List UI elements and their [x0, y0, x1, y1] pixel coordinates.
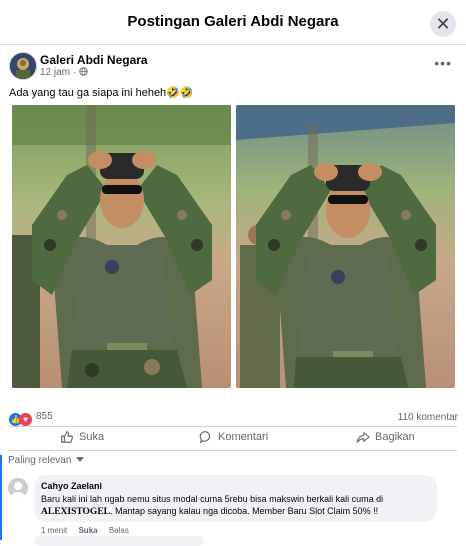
comment-sort-dropdown[interactable]: Paling relevan	[8, 455, 85, 466]
comment-reply-button[interactable]: Balas	[109, 526, 129, 535]
comment-count-link[interactable]: 110 komentar	[398, 412, 458, 423]
comment-like-button[interactable]: Suka	[78, 526, 97, 535]
comment-author[interactable]: Cahyo Zaelani	[41, 481, 102, 491]
page-avatar[interactable]	[9, 52, 37, 80]
comment-time[interactable]: 1 menit	[41, 526, 67, 535]
next-comment-preview	[34, 536, 204, 546]
love-reaction-icon: ♥	[19, 413, 32, 427]
like-label: Suka	[79, 430, 105, 443]
selection-indicator	[0, 455, 2, 540]
reaction-count: 855	[36, 411, 53, 422]
post-time[interactable]: 12 jam	[40, 67, 70, 78]
dialog-header: Postingan Galeri Abdi Negara ✕	[0, 0, 466, 45]
page-name-link[interactable]: Galeri Abdi Negara	[40, 53, 148, 67]
chevron-down-icon	[76, 457, 85, 462]
dialog-title: Postingan Galeri Abdi Negara	[127, 13, 339, 30]
comment-brand-text: ALEXISTOGEL	[41, 507, 110, 517]
close-icon: ✕	[435, 14, 451, 34]
thumbs-up-icon	[61, 431, 73, 443]
share-button[interactable]: Bagikan	[356, 430, 415, 450]
comment-icon	[199, 431, 211, 444]
divider	[9, 426, 457, 427]
reaction-summary[interactable]: 👍 ♥ 855	[9, 411, 53, 427]
commenter-avatar[interactable]	[8, 478, 28, 498]
post-photo-1[interactable]	[12, 105, 231, 388]
divider	[9, 450, 457, 451]
comment-label: Komentari	[218, 430, 269, 443]
globe-icon	[79, 67, 88, 76]
like-button[interactable]: Suka	[60, 430, 104, 450]
comment-footer: 1 menit Suka Balas	[41, 526, 138, 535]
share-label: Bagikan	[375, 430, 415, 443]
post-photo-2[interactable]	[236, 105, 455, 388]
post-meta: 12 jam ·	[40, 67, 88, 78]
comment-text: Baru kali ini lah ngab nemu situs modal …	[41, 494, 384, 517]
comment-button[interactable]: Komentari	[199, 430, 268, 450]
more-options-button[interactable]: •••	[434, 55, 452, 71]
post-caption: Ada yang tau ga siapa ini heheh🤣🤣	[9, 87, 194, 99]
close-button[interactable]: ✕	[430, 11, 456, 37]
sort-label: Paling relevan	[8, 455, 72, 466]
share-icon	[356, 432, 370, 443]
comment-bubble: Cahyo Zaelani Baru kali ini lah ngab nem…	[34, 475, 437, 522]
